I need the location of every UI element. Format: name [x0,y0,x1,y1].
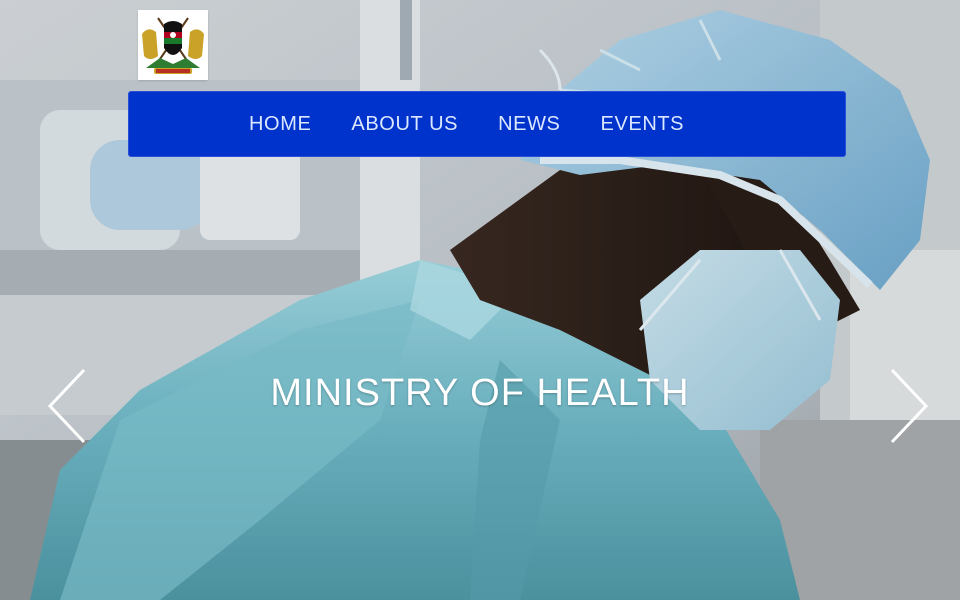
hero-carousel: HOME ABOUT US NEWS EVENTS MINISTRY OF HE… [0,0,960,600]
nav-item-events[interactable]: EVENTS [601,113,685,136]
coat-of-arms-logo[interactable] [138,10,208,80]
chevron-right-icon [890,368,929,444]
hero-image [0,0,960,600]
hero-caption: MINISTRY OF HEALTH [270,372,690,414]
nav-item-home[interactable]: HOME [249,113,311,136]
nav-item-news[interactable]: NEWS [498,113,560,136]
chevron-left-icon [47,368,86,444]
kenya-coat-of-arms-icon [138,10,208,80]
carousel-prev-button[interactable] [44,366,92,446]
nav-item-about-us[interactable]: ABOUT US [351,113,458,136]
carousel-next-button[interactable] [884,366,932,446]
main-navbar: HOME ABOUT US NEWS EVENTS [128,91,846,157]
